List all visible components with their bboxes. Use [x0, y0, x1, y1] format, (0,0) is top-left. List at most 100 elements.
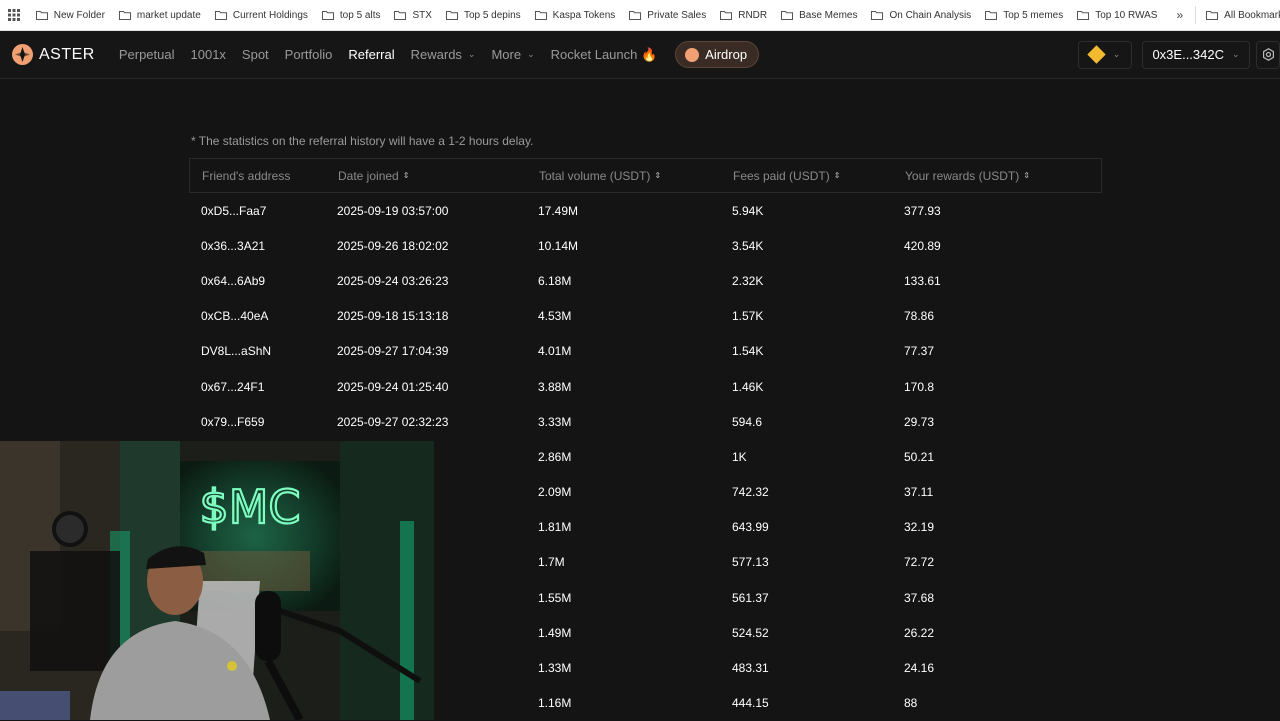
bookmark-label: On Chain Analysis	[889, 9, 972, 21]
table-cell: 1.81M	[538, 520, 572, 535]
bookmark-item[interactable]: Top 5 depins	[439, 0, 528, 31]
bookmark-item[interactable]: market update	[112, 0, 208, 31]
table-cell: 1.54K	[732, 344, 764, 359]
table-cell: 742.32	[732, 485, 769, 500]
table-cell: 0x36...3A21	[201, 238, 266, 253]
table-cell: 1K	[732, 449, 747, 464]
folder-icon	[871, 11, 884, 20]
nav-link[interactable]: Spot	[242, 47, 269, 62]
nav-link[interactable]: More ⌄	[491, 47, 534, 62]
table-cell: 0x64...6Ab9	[201, 273, 266, 288]
column-header[interactable]: Your rewards (USDT) ⇕	[905, 169, 1085, 183]
bookmark-item[interactable]: top 5 alts	[315, 0, 388, 31]
table-cell: 0x79...F659	[201, 414, 265, 429]
webcam-overlay: $MC	[0, 441, 434, 720]
bookmark-label: RNDR	[738, 9, 768, 21]
table-cell: 594.6	[732, 414, 763, 429]
aster-logo-icon	[12, 44, 33, 65]
table-row: 0x79...F659 2025-09-27 02:32:23 3.33M 594.6…	[189, 404, 1102, 439]
folder-icon	[629, 11, 642, 20]
wallet-button[interactable]: 0x3E...342C ⌄	[1142, 40, 1250, 69]
bookmark-item[interactable]: Private Sales	[622, 0, 713, 31]
sort-icon: ⇕	[654, 170, 662, 180]
bookmark-item[interactable]: New Folder	[29, 0, 112, 31]
table-cell: 483.31	[732, 661, 769, 676]
nav-link[interactable]: Rewards ⌄	[411, 47, 476, 62]
bookmark-label: Top 5 memes	[1003, 9, 1064, 21]
folder-icon	[781, 11, 794, 20]
bookmark-label: top 5 alts	[339, 9, 381, 21]
bookmark-label: Current Holdings	[232, 9, 308, 21]
column-header[interactable]: Total volume (USDT) ⇕	[539, 169, 733, 183]
chevron-down-icon: ⌄	[467, 49, 476, 59]
table-cell: 26.22	[904, 625, 935, 640]
table-cell: 5.94K	[732, 203, 764, 218]
chain-selector[interactable]: ⌄	[1078, 40, 1132, 69]
bookmark-label: STX	[412, 9, 432, 21]
table-cell: 0xCB...40eA	[201, 309, 269, 324]
folder-icon	[1077, 11, 1090, 20]
bookmark-item[interactable]: On Chain Analysis	[864, 0, 978, 31]
table-cell: 6.18M	[538, 273, 572, 288]
column-header[interactable]: Fees paid (USDT) ⇕	[733, 169, 905, 183]
folder-icon	[321, 11, 334, 20]
table-cell: 37.68	[904, 590, 935, 605]
nav-link-label: Portfolio	[284, 47, 333, 62]
table-cell: DV8L...aShN	[201, 344, 272, 359]
table-cell: 577.13	[732, 555, 769, 570]
nav-link-label: 1001x	[190, 47, 226, 62]
nav-link-label: Perpetual	[118, 47, 175, 62]
column-header-label: Date joined	[338, 168, 399, 183]
table-cell: 643.99	[732, 520, 769, 535]
apps-grid-icon[interactable]	[0, 0, 29, 31]
bookmark-label: Base Memes	[799, 9, 858, 21]
column-header-label: Fees paid (USDT)	[733, 168, 830, 183]
bookmark-item[interactable]: Base Memes	[774, 0, 864, 31]
bookmark-item[interactable]: Top 5 memes	[978, 0, 1070, 31]
table-cell: 2025-09-26 18:02:02	[337, 238, 449, 253]
folder-icon	[394, 11, 407, 20]
nav-link[interactable]: Rocket Launch 🔥	[551, 47, 658, 63]
nav-link[interactable]: 1001x	[191, 47, 226, 62]
table-cell: 78.86	[904, 309, 935, 324]
airdrop-button[interactable]: Airdrop	[675, 41, 760, 68]
bookmark-label: Kaspa Tokens	[552, 9, 616, 21]
table-cell: 1.33M	[538, 661, 572, 676]
table-cell: 2025-09-19 03:57:00	[337, 203, 449, 218]
table-cell: 1.46K	[732, 379, 764, 394]
table-row: 0x64...6Ab9 2025-09-24 03:26:23 6.18M 2.32K…	[189, 263, 1102, 298]
column-header[interactable]: Date joined ⇕	[338, 169, 539, 183]
table-cell: 37.11	[904, 485, 934, 500]
aster-logo[interactable]: ASTER	[12, 44, 95, 65]
bookmark-item[interactable]: Top 10 RWAS	[1070, 0, 1164, 31]
table-cell: 2.86M	[538, 449, 572, 464]
nav-link[interactable]: Perpetual	[119, 47, 175, 62]
table-header: Friend's address Date joined ⇕ Total volume…	[189, 158, 1102, 193]
sort-icon: ⇕	[833, 170, 841, 180]
nav-link[interactable]: Referral	[348, 47, 394, 62]
table-row: 0x36...3A21 2025-09-26 18:02:02 10.14M 3.54…	[189, 228, 1102, 263]
table-cell: 3.88M	[538, 379, 572, 394]
bookmark-item[interactable]: Kaspa Tokens	[528, 0, 623, 31]
bookmark-item[interactable]: STX	[387, 0, 438, 31]
table-cell: 2025-09-24 01:25:40	[337, 379, 449, 394]
folder-icon	[534, 11, 547, 20]
bookmark-item[interactable]: RNDR	[713, 0, 774, 31]
nav-link[interactable]: Portfolio	[285, 47, 333, 62]
bookmarks-overflow-button[interactable]: »	[1164, 8, 1195, 22]
table-cell: 17.49M	[538, 203, 579, 218]
bookmark-item[interactable]: Current Holdings	[208, 0, 315, 31]
table-cell: 170.8	[904, 379, 935, 394]
settings-button[interactable]	[1256, 40, 1280, 69]
nav-link-label: More	[491, 47, 522, 62]
table-cell: 3.33M	[538, 414, 572, 429]
table-cell: 524.52	[732, 625, 769, 640]
table-cell: 24.16	[904, 661, 935, 676]
folder-icon	[214, 11, 227, 20]
folder-icon	[1206, 11, 1219, 20]
all-bookmarks-button[interactable]: All Bookmarks	[1195, 6, 1280, 24]
table-cell: 2025-09-27 02:32:23	[337, 414, 449, 429]
neon-sign-text: $MC	[199, 480, 300, 534]
bnb-chain-icon	[1087, 45, 1106, 64]
table-row: 0xCB...40eA 2025-09-18 15:13:18 4.53M 1.57K…	[189, 299, 1102, 334]
